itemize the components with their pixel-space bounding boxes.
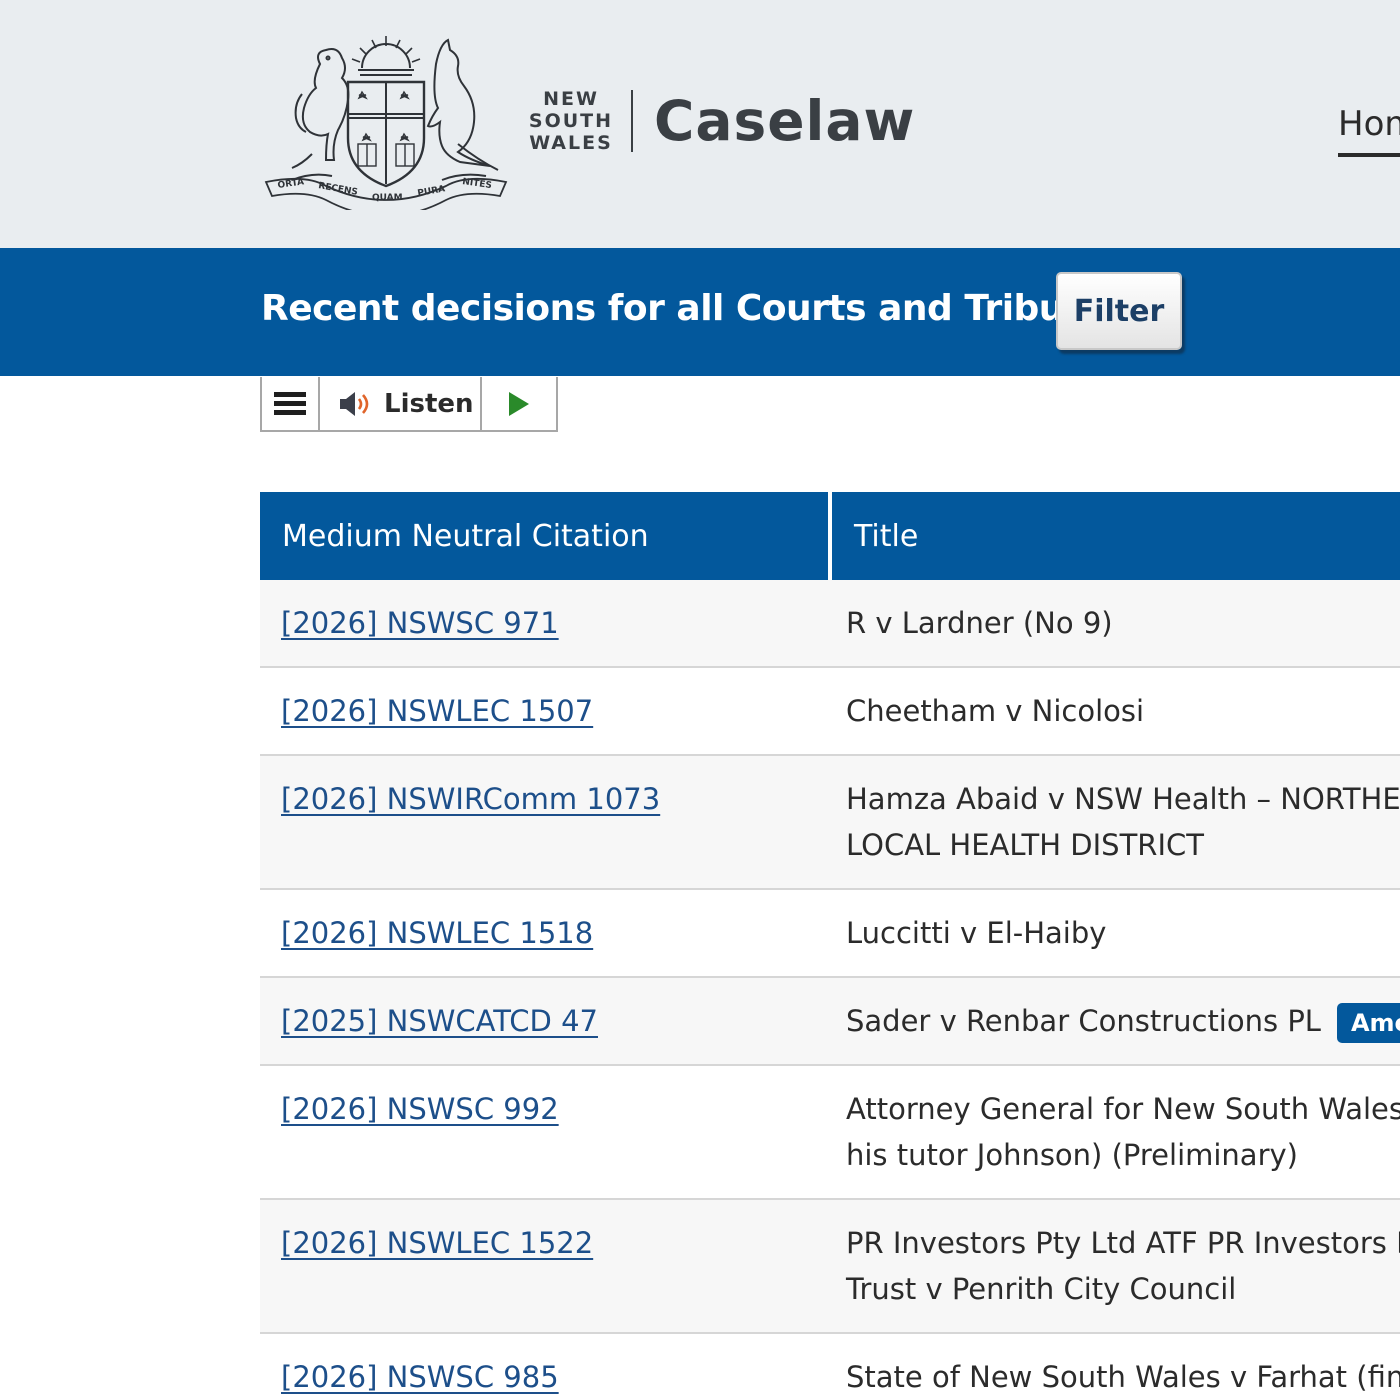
title-cell: Hamza Abaid v NSW Health – NORTHER LOCAL …: [828, 756, 1400, 888]
read-aloud-toolbar: Listen: [260, 377, 558, 432]
nsw-word-new: NEW: [543, 88, 599, 110]
table-row: [2026] NSWSC 971 R v Lardner (No 9): [260, 580, 1400, 668]
brand-divider: [631, 90, 633, 152]
citation-cell: [2026] NSWLEC 1507: [260, 668, 828, 754]
citation-link[interactable]: [2026] NSWLEC 1522: [281, 1226, 593, 1260]
title-cell: Attorney General for New South Wales v hi…: [828, 1066, 1400, 1198]
title-text: Hamza Abaid v NSW Health – NORTHER: [846, 782, 1400, 816]
citation-cell: [2026] NSWLEC 1518: [260, 890, 828, 976]
citation-link[interactable]: [2025] NSWCATCD 47: [281, 1004, 598, 1038]
title-text: his tutor Johnson) (Preliminary): [846, 1138, 1298, 1172]
citation-cell: [2025] NSWCATCD 47: [260, 978, 828, 1064]
decisions-table: Medium Neutral Citation Title [2026] NSW…: [260, 492, 1400, 1400]
play-icon: [509, 391, 529, 416]
citation-cell: [2026] NSWSC 992: [260, 1066, 828, 1198]
title-text: Attorney General for New South Wales v: [846, 1092, 1400, 1126]
citation-link[interactable]: [2026] NSWSC 971: [281, 606, 559, 640]
nsw-wordmark: NEW SOUTH WALES: [528, 88, 614, 154]
amended-badge: Amenc: [1336, 1003, 1400, 1043]
svg-text:QUAM: QUAM: [372, 193, 403, 203]
title-text: LOCAL HEALTH DISTRICT: [846, 828, 1204, 862]
nsw-word-wales: WALES: [529, 132, 613, 154]
table-row: [2026] NSWSC 985 State of New South Wales…: [260, 1334, 1400, 1400]
nav-home-link[interactable]: Hom: [1338, 104, 1400, 144]
svg-text:RECENS: RECENS: [317, 181, 358, 198]
column-header-citation[interactable]: Medium Neutral Citation: [260, 492, 828, 580]
title-cell: Cheetham v Nicolosi: [828, 668, 1400, 754]
table-body: [2026] NSWSC 971 R v Lardner (No 9) [2026]…: [260, 580, 1400, 1400]
svg-text:PURA: PURA: [417, 184, 446, 199]
title-cell: R v Lardner (No 9): [828, 580, 1400, 666]
citation-link[interactable]: [2026] NSWSC 992: [281, 1092, 559, 1126]
page-title: Recent decisions for all Courts and Trib…: [261, 288, 1146, 329]
title-text: State of New South Wales v Farhat (fina: [846, 1360, 1400, 1394]
title-cell: PR Investors Pty Ltd ATF PR Investors Fi…: [828, 1200, 1400, 1332]
table-row: [2026] NSWLEC 1518 Luccitti v El-Haiby: [260, 890, 1400, 978]
listen-button[interactable]: Listen: [320, 377, 482, 430]
citation-link[interactable]: [2026] NSWIRComm 1073: [281, 782, 660, 816]
citation-cell: [2026] NSWIRComm 1073: [260, 756, 828, 888]
title-cell: State of New South Wales v Farhat (fina: [828, 1334, 1400, 1400]
site-header: ORTA RECENS QUAM PURA NITES NEW SOUTH WA…: [0, 0, 1400, 248]
table-row: [2026] NSWIRComm 1073 Hamza Abaid v NSW H…: [260, 756, 1400, 890]
citation-cell: [2026] NSWLEC 1522: [260, 1200, 828, 1332]
citation-cell: [2026] NSWSC 971: [260, 580, 828, 666]
table-row: [2026] NSWSC 992 Attorney General for New…: [260, 1066, 1400, 1200]
hamburger-menu-icon[interactable]: [262, 377, 320, 430]
title-text-inner: Sader v Renbar Constructions PL: [846, 1004, 1321, 1038]
site-title[interactable]: Caselaw: [654, 86, 915, 156]
play-button[interactable]: [482, 377, 556, 430]
nav-active-indicator: [1338, 153, 1400, 157]
title-text: Cheetham v Nicolosi: [846, 694, 1145, 728]
citation-cell: [2026] NSWSC 985: [260, 1334, 828, 1400]
title-cell: Sader v Renbar Constructions PL Amenc: [828, 978, 1400, 1064]
speaker-icon: [340, 391, 369, 416]
title-cell: Luccitti v El-Haiby: [828, 890, 1400, 976]
title-text: Sader v Renbar Constructions PL Amenc: [846, 998, 1400, 1044]
nsw-coat-of-arms-icon[interactable]: ORTA RECENS QUAM PURA NITES: [262, 34, 516, 210]
citation-link[interactable]: [2026] NSWLEC 1518: [281, 916, 593, 950]
title-text: Trust v Penrith City Council: [846, 1272, 1237, 1306]
title-text: PR Investors Pty Ltd ATF PR Investors Fi: [846, 1226, 1400, 1260]
table-row: [2026] NSWLEC 1507 Cheetham v Nicolosi: [260, 668, 1400, 756]
title-text: Luccitti v El-Haiby: [846, 916, 1107, 950]
title-text: R v Lardner (No 9): [846, 606, 1113, 640]
table-row: [2025] NSWCATCD 47 Sader v Renbar Constru…: [260, 978, 1400, 1066]
citation-link[interactable]: [2026] NSWLEC 1507: [281, 694, 593, 728]
filter-button[interactable]: Filter: [1056, 272, 1182, 350]
citation-link[interactable]: [2026] NSWSC 985: [281, 1360, 559, 1394]
listen-label: Listen: [384, 388, 474, 419]
table-row: [2026] NSWLEC 1522 PR Investors Pty Ltd A…: [260, 1200, 1400, 1334]
table-header: Medium Neutral Citation Title: [260, 492, 1400, 580]
column-header-title[interactable]: Title: [832, 492, 1400, 580]
nsw-word-south: SOUTH: [528, 110, 614, 132]
